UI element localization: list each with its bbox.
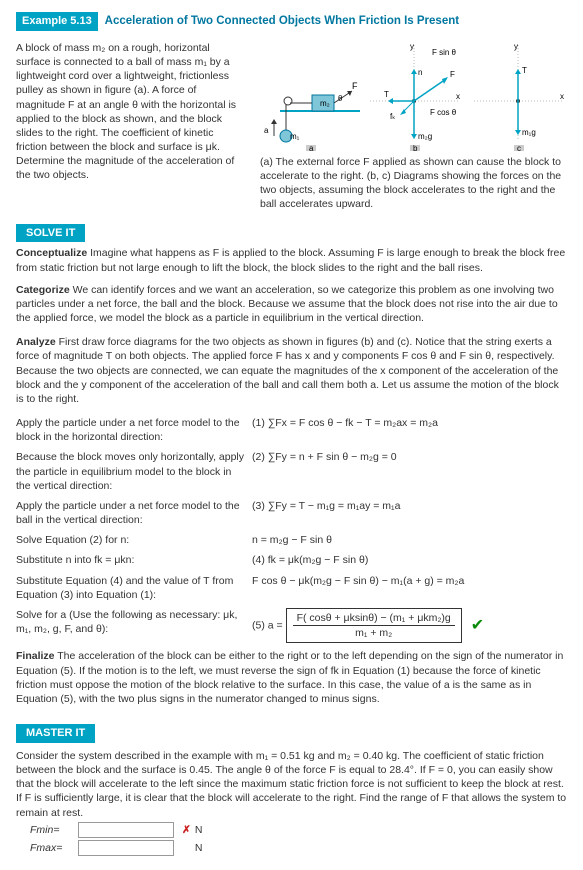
- svg-text:b: b: [413, 144, 418, 151]
- categorize-text: We can identify forces and we want an ac…: [16, 284, 558, 324]
- unit-label: N: [195, 823, 203, 837]
- finalize-text: The acceleration of the block can be eit…: [16, 650, 563, 705]
- svg-text:m₁g: m₁g: [522, 128, 536, 137]
- answer-numerator: F( cosθ + μksinθ) − (m₁ + μkm₂)g: [293, 611, 455, 626]
- step-text: Solve for a (Use the following as necess…: [16, 608, 252, 636]
- finalize-block: Finalize The acceleration of the block c…: [16, 649, 567, 706]
- svg-text:n: n: [418, 68, 422, 77]
- example-header: Example 5.13 Acceleration of Two Connect…: [16, 12, 567, 31]
- svg-text:fₖ: fₖ: [390, 112, 396, 121]
- step-text: Solve Equation (2) for n:: [16, 533, 252, 547]
- step-row: Apply the particle under a net force mod…: [16, 499, 567, 527]
- step-row: Substitute Equation (4) and the value of…: [16, 574, 567, 602]
- svg-text:a: a: [309, 144, 314, 151]
- svg-text:x: x: [456, 92, 460, 101]
- step-eq: (4) fk = μk(m₂g − F sin θ): [252, 553, 567, 567]
- check-icon: ✔: [471, 617, 484, 634]
- fmin-label: Fmin=: [30, 823, 74, 837]
- wrong-icon: ✗: [182, 823, 191, 837]
- step-eq: (2) ∑Fy = n + F sin θ − m₂g = 0: [252, 450, 567, 464]
- step-row: Apply the particle under a net force mod…: [16, 416, 567, 444]
- answer-box[interactable]: F( cosθ + μksinθ) − (m₁ + μkm₂)g m₁ + m₂: [286, 608, 462, 643]
- figure-area: m₂ m₁ F θ a a: [260, 41, 568, 212]
- fmax-input[interactable]: [78, 840, 174, 856]
- step-text: Because the block moves only horizontall…: [16, 450, 252, 493]
- analyze-label: Analyze: [16, 336, 56, 348]
- analyze-text: First draw force diagrams for the two ob…: [16, 336, 559, 405]
- step-text: Substitute n into fk = μkn:: [16, 553, 252, 567]
- unit-label: N: [195, 841, 203, 855]
- fmax-row: Fmax= ✗ N: [30, 840, 567, 856]
- step-eq: n = m₂g − F sin θ: [252, 533, 567, 547]
- figure-caption: (a) The external force F applied as show…: [260, 155, 568, 212]
- svg-text:y: y: [514, 42, 518, 51]
- categorize-block: Categorize We can identify forces and we…: [16, 283, 567, 326]
- step-row: Because the block moves only horizontall…: [16, 450, 567, 493]
- step-eq: F cos θ − μk(m₂g − F sin θ) − m₁(a + g) …: [252, 574, 567, 588]
- svg-text:c: c: [517, 144, 521, 151]
- analyze-block: Analyze First draw force diagrams for th…: [16, 335, 567, 406]
- step-row: Substitute n into fk = μkn: (4) fk = μk(…: [16, 553, 567, 567]
- svg-text:F sin θ: F sin θ: [432, 48, 457, 57]
- step-text: Apply the particle under a net force mod…: [16, 499, 252, 527]
- svg-text:a: a: [264, 126, 269, 135]
- svg-text:F cos θ: F cos θ: [430, 108, 457, 117]
- example-title: Acceleration of Two Connected Objects Wh…: [105, 15, 459, 27]
- svg-text:T: T: [522, 66, 527, 75]
- figure-b: x y n T fₖ m₂g F F sin θ F cos θ b: [364, 41, 464, 151]
- fmax-label: Fmax=: [30, 841, 74, 855]
- conceptualize-text: Imagine what happens as F is applied to …: [16, 247, 565, 273]
- answer-denominator: m₁ + m₂: [293, 626, 455, 640]
- conceptualize-block: Conceptualize Imagine what happens as F …: [16, 246, 567, 274]
- finalize-label: Finalize: [16, 650, 55, 662]
- step-row: Solve Equation (2) for n: n = m₂g − F si…: [16, 533, 567, 547]
- figure-a: m₂ m₁ F θ a a: [260, 41, 360, 151]
- step-eq: (1) ∑Fx = F cos θ − fk − T = m₂ax = m₂a: [252, 416, 567, 430]
- fmin-input[interactable]: [78, 822, 174, 838]
- step-row: Solve for a (Use the following as necess…: [16, 608, 567, 643]
- step-eq: (5) a = F( cosθ + μksinθ) − (m₁ + μkm₂)g…: [252, 608, 567, 643]
- master-it-badge: MASTER IT: [16, 724, 95, 743]
- example-number-badge: Example 5.13: [16, 12, 98, 31]
- categorize-label: Categorize: [16, 284, 70, 296]
- svg-text:m₂g: m₂g: [418, 132, 432, 141]
- svg-text:F: F: [450, 70, 455, 79]
- svg-text:y: y: [410, 42, 414, 51]
- svg-text:θ: θ: [338, 94, 343, 103]
- conceptualize-label: Conceptualize: [16, 247, 87, 259]
- figure-c: x y T m₁g c: [468, 41, 568, 151]
- svg-text:F: F: [352, 81, 358, 91]
- step-text: Substitute Equation (4) and the value of…: [16, 574, 252, 602]
- step-eq: (3) ∑Fy = T − m₁g = m₁ay = m₁a: [252, 499, 567, 513]
- svg-text:m₁: m₁: [290, 132, 300, 141]
- intro-row: A block of mass m₂ on a rough, horizonta…: [16, 41, 567, 212]
- intro-text: A block of mass m₂ on a rough, horizonta…: [16, 41, 246, 212]
- step-text: Apply the particle under a net force mod…: [16, 416, 252, 444]
- svg-text:x: x: [560, 92, 564, 101]
- master-it-text: Consider the system described in the exa…: [16, 749, 567, 820]
- svg-text:T: T: [384, 90, 389, 99]
- solve-it-badge: SOLVE IT: [16, 224, 85, 243]
- fmin-row: Fmin= ✗ N: [30, 822, 567, 838]
- svg-text:m₂: m₂: [320, 99, 330, 108]
